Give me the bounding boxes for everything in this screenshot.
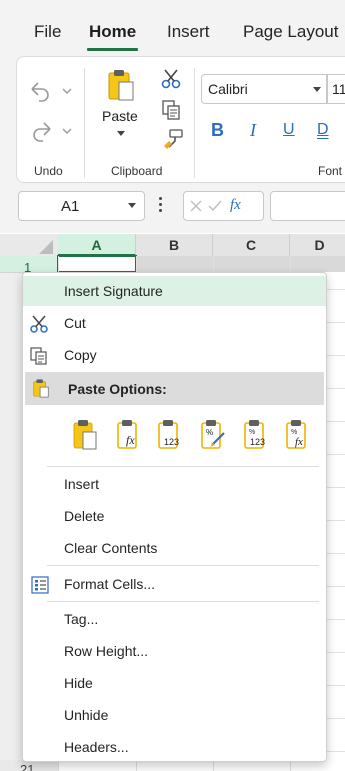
paste-icon [73, 420, 97, 450]
undo-group-label: Undo [34, 164, 63, 178]
menu-item-cut[interactable]: Cut [23, 308, 326, 338]
paste-icon [33, 379, 49, 398]
menu-separator [47, 466, 319, 467]
underline-button[interactable]: U [283, 121, 295, 139]
double-underline-button[interactable]: D [317, 121, 329, 139]
svg-text:%: % [291, 429, 297, 436]
menu-item-insert-signature[interactable]: Insert Signature [23, 276, 326, 306]
menu-separator [47, 601, 319, 602]
copy-icon [30, 347, 47, 365]
chevron-down-icon [128, 203, 136, 208]
paste-label: Paste [102, 108, 138, 124]
context-menu: Insert Signature Cut Copy Paste Options: [22, 272, 327, 762]
paste-button[interactable]: Paste [98, 68, 144, 148]
paste-option-formulas[interactable]: fx [116, 419, 142, 451]
menu-item-insert[interactable]: Insert [23, 469, 326, 499]
paste-option-values[interactable]: 123 [157, 419, 183, 451]
group-divider [84, 68, 85, 178]
tab-page-layout[interactable]: Page Layout [243, 22, 338, 42]
paste-option-paste[interactable] [72, 419, 98, 451]
formula-controls: fx [183, 191, 264, 221]
cancel-icon[interactable] [190, 200, 202, 212]
more-options-icon[interactable] [159, 197, 163, 215]
tab-insert[interactable]: Insert [167, 22, 210, 42]
name-box[interactable]: A1 [18, 191, 145, 221]
copy-icon[interactable] [161, 99, 183, 121]
font-size-select[interactable]: 11 [327, 74, 345, 104]
column-header-b[interactable]: B [136, 234, 213, 256]
cut-icon [30, 315, 48, 333]
menu-bar: File Home Insert Page Layout [0, 0, 345, 55]
column-header-a[interactable]: A [58, 234, 136, 256]
active-cell[interactable] [57, 255, 137, 273]
menu-item-format-cells[interactable]: Format Cells... [23, 569, 326, 599]
column-header-c[interactable]: C [213, 234, 290, 256]
paste-options-header: Paste Options: [25, 372, 324, 405]
paste-option-values-number-format[interactable]: % 123 [243, 419, 269, 451]
format-painter-icon[interactable] [162, 128, 184, 150]
paste-option-formatting[interactable]: % [200, 419, 226, 451]
bold-button[interactable]: B [211, 120, 224, 141]
insert-function-button[interactable]: fx [230, 197, 241, 214]
chevron-down-icon [313, 87, 321, 92]
column-header-d[interactable]: D [290, 234, 345, 256]
undo-icon [31, 82, 72, 102]
clipboard-group-label: Clipboard [111, 164, 163, 178]
format-cells-icon [31, 576, 49, 594]
cut-icon[interactable] [160, 68, 182, 90]
select-all-triangle-icon [39, 240, 53, 254]
undo-button[interactable] [26, 76, 76, 104]
redo-button[interactable] [26, 116, 76, 144]
row-header-1[interactable]: 1 [0, 256, 58, 275]
redo-icon [33, 122, 72, 142]
menu-separator [47, 565, 319, 566]
menu-item-row-height[interactable]: Row Height... [23, 636, 326, 666]
paste-option-formulas-number-format[interactable]: % fx [285, 419, 311, 451]
menu-item-clear-contents[interactable]: Clear Contents [23, 533, 326, 563]
menu-item-tag[interactable]: Tag... [23, 604, 326, 634]
menu-item-copy[interactable]: Copy [23, 340, 326, 370]
chevron-down-icon [117, 131, 125, 136]
font-name-select[interactable]: Calibri [201, 74, 327, 104]
menu-item-delete[interactable]: Delete [23, 501, 326, 531]
active-tab-indicator [87, 48, 138, 51]
menu-item-hide[interactable]: Hide [23, 668, 326, 698]
group-divider [194, 68, 195, 178]
menu-item-unhide[interactable]: Unhide [23, 700, 326, 730]
formula-input[interactable] [270, 191, 345, 221]
menu-item-headers[interactable]: Headers... [23, 732, 326, 762]
confirm-icon[interactable] [208, 200, 222, 212]
tab-home[interactable]: Home [89, 22, 136, 42]
select-all-corner[interactable] [0, 234, 58, 256]
tab-file[interactable]: File [34, 22, 61, 42]
italic-button[interactable]: I [250, 120, 256, 141]
font-group-label: Font [318, 164, 343, 178]
clipboard-paste-icon [108, 70, 134, 101]
svg-text:%: % [249, 429, 255, 436]
